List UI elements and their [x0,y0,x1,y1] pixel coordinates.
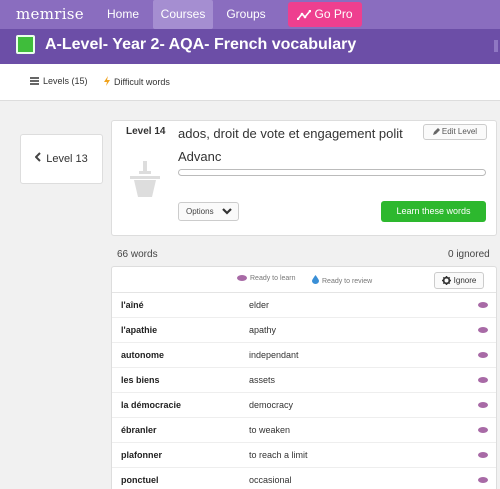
pencil-icon [432,128,440,135]
word-french: la démocracie [121,400,182,410]
words-table: Ready to learn Ready to review Ignore l'… [111,266,497,489]
options-dropdown[interactable]: Options [178,202,239,221]
nav-courses[interactable]: Courses [153,0,213,29]
seed-icon [478,302,488,308]
word-count: 66 words [117,249,158,260]
word-english: to weaken [249,425,291,435]
level-title: ados, droit de vote et engagement polit [178,126,403,141]
go-pro-label: Go Pro [314,7,353,21]
word-french: ponctuel [121,475,159,485]
levels-tab[interactable]: Levels (15) [30,76,88,87]
course-header: A-Level- Year 2- AQA- French vocabulary [0,29,500,64]
previous-level-label: Level 13 [46,153,88,165]
seed-icon [478,427,488,433]
list-icon [30,77,39,87]
word-row[interactable]: les biens assets [112,368,496,393]
word-english: occasional [249,475,292,485]
course-menu-handle[interactable] [494,40,498,52]
previous-level-button[interactable]: Level 13 [20,134,103,184]
word-french: les biens [121,375,160,385]
level-number: Level 14 [126,126,166,137]
options-label: Options [186,207,214,216]
lightning-icon [104,76,110,88]
word-english: independant [249,350,299,360]
go-pro-button[interactable]: Go Pro [288,2,362,27]
word-row[interactable]: l'apathie apathy [112,318,496,343]
word-english: to reach a limit [249,450,308,460]
chevron-left-icon [34,135,41,183]
difficult-words-label: Difficult words [114,77,170,87]
nav-home[interactable]: Home [97,0,149,29]
word-row[interactable]: ébranler to weaken [112,418,496,443]
top-navbar: memrise Home Courses Groups Go Pro [0,0,500,29]
level-subtitle: Advanc [178,149,222,164]
seed-icon [478,327,488,333]
word-french: autonome [121,350,165,360]
level-card: Level 14 ados, droit de vote et engageme… [111,120,497,236]
ignored-count: 0 ignored [448,249,490,260]
word-row[interactable]: ponctuel occasional [112,468,496,489]
ignore-label: Ignore [453,276,477,285]
memrise-logo[interactable]: memrise [16,5,84,23]
word-row[interactable]: l'aîné elder [112,293,496,318]
level-progress-bar [178,169,486,176]
water-drop-icon [312,275,319,286]
word-row[interactable]: la démocracie democracy [112,393,496,418]
plant-pot-icon [128,159,162,206]
edit-level-button[interactable]: Edit Level [423,124,487,140]
edit-level-label: Edit Level [441,127,478,136]
nav-groups[interactable]: Groups [217,0,275,29]
course-title[interactable]: A-Level- Year 2- AQA- French vocabulary [45,36,356,54]
legend-ready-to-review-label: Ready to review [322,278,373,285]
chevron-down-icon [222,205,232,222]
seed-icon [478,452,488,458]
gear-icon [441,276,451,285]
legend-ready-to-review: Ready to review [312,275,372,286]
levels-tab-label: Levels (15) [43,76,88,86]
level-subnav: Levels (15) Difficult words [0,64,500,101]
word-french: l'apathie [121,325,158,335]
seed-icon [478,352,488,358]
word-french: ébranler [121,425,157,435]
seed-icon [478,377,488,383]
legend-ready-to-learn: Ready to learn [237,275,296,283]
word-french: l'aîné [121,300,144,310]
learn-these-words-button[interactable]: Learn these words [381,201,486,222]
difficult-words-tab[interactable]: Difficult words [104,76,170,88]
word-row[interactable]: plafonner to reach a limit [112,443,496,468]
words-legend: Ready to learn Ready to review Ignore [112,267,496,293]
word-english: apathy [249,325,277,335]
seed-icon [478,477,488,483]
word-french: plafonner [121,450,163,460]
seed-icon [237,275,247,283]
word-english: democracy [249,400,294,410]
word-row[interactable]: autonome independant [112,343,496,368]
course-badge [16,35,35,54]
legend-ready-to-learn-label: Ready to learn [250,275,296,282]
word-english: assets [249,375,276,385]
trend-chart-icon [297,9,312,21]
word-english: elder [249,300,270,310]
seed-icon [478,402,488,408]
ignore-button[interactable]: Ignore [434,272,484,289]
